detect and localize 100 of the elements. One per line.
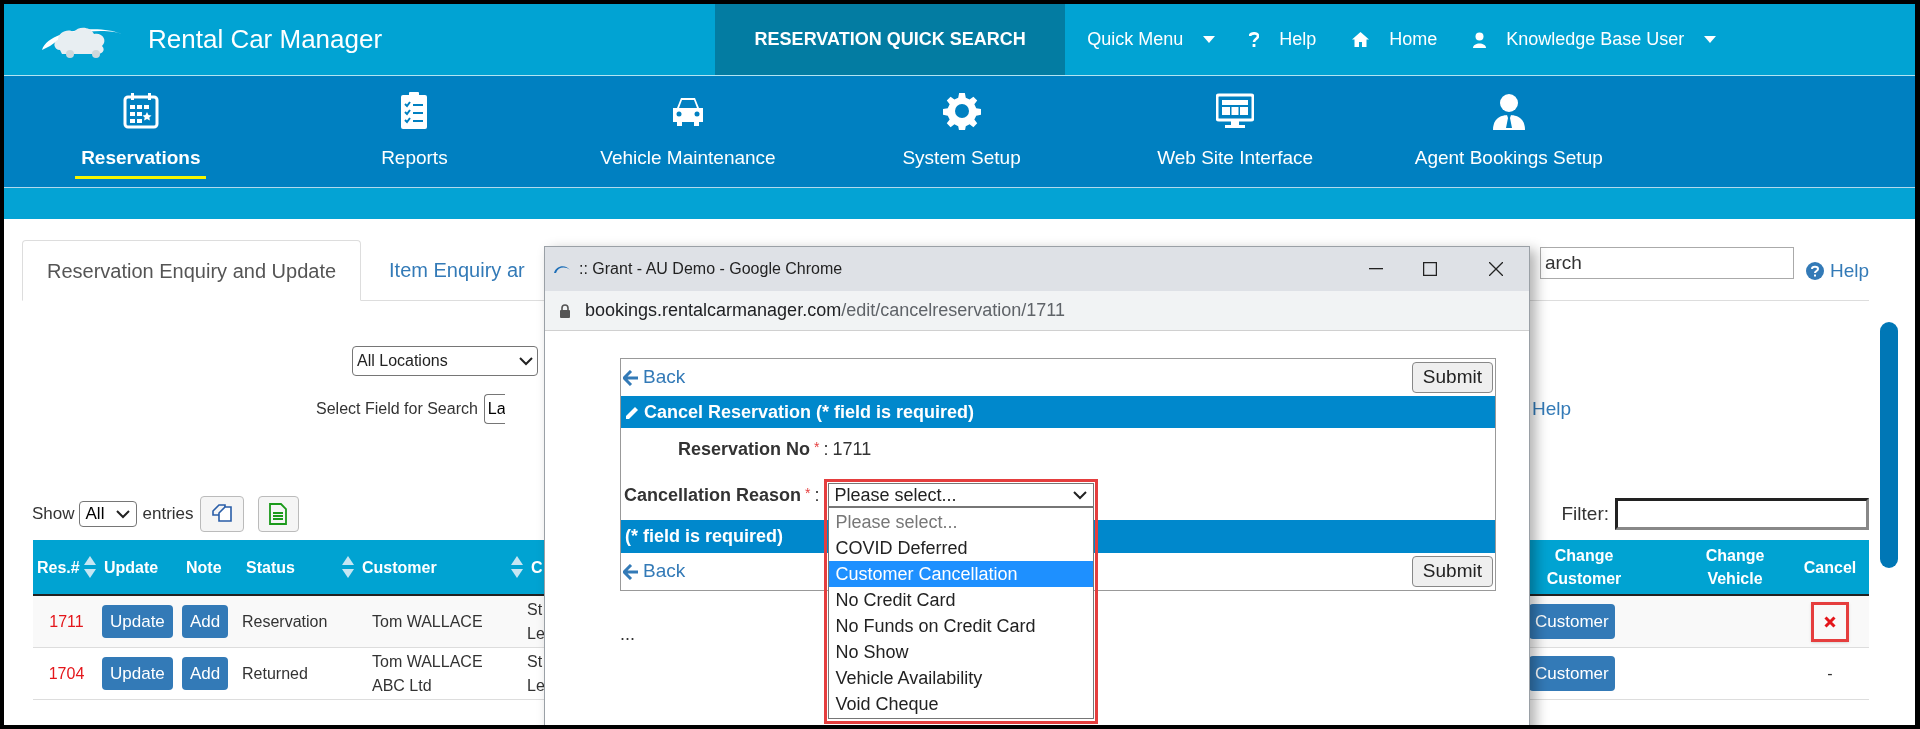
column-header[interactable]: Status xyxy=(242,540,358,594)
minimize-icon[interactable] xyxy=(1369,268,1383,270)
field-select[interactable]: La xyxy=(483,394,505,424)
add-note-button[interactable]: Add xyxy=(182,605,229,638)
reservation-number[interactable]: 1704 xyxy=(48,664,85,682)
dropdown-option[interactable]: No Show xyxy=(828,639,1093,665)
reservation-number[interactable]: 1711 xyxy=(49,612,84,630)
module-tab[interactable]: Agent Bookings Setup xyxy=(1371,76,1646,187)
back-link[interactable]: Back xyxy=(623,363,686,392)
table-cell: Tom WALLACE ABC Ltd xyxy=(372,652,483,694)
add-note-button[interactable]: Add xyxy=(182,657,229,690)
update-button[interactable]: Update xyxy=(102,657,173,690)
quick-search-button[interactable]: RESERVATION QUICK SEARCH xyxy=(715,4,1066,75)
filter-field[interactable] xyxy=(1615,498,1869,530)
dropdown-option[interactable]: Please select... xyxy=(828,509,1093,535)
menu-link[interactable]: Quick Menu xyxy=(1087,4,1216,75)
field-label: Reservation No xyxy=(678,437,811,461)
dropdown-option[interactable]: No Credit Card xyxy=(828,587,1093,613)
column-header[interactable]: Cancel xyxy=(1791,540,1869,594)
module-tab[interactable]: Reports xyxy=(277,76,552,187)
excel-export-button[interactable] xyxy=(257,496,299,532)
table-cell-text: - xyxy=(1827,663,1833,684)
dropdown-option[interactable]: No Funds on Credit Card xyxy=(828,613,1093,639)
window-title: :: Grant - AU Demo - Google Chrome xyxy=(579,259,843,279)
submit-button[interactable]: Submit xyxy=(1411,556,1493,587)
column-header[interactable]: Res.# xyxy=(33,540,100,594)
change-customer-button[interactable]: Customer xyxy=(1529,656,1615,691)
pencil-icon xyxy=(625,404,640,420)
dropdown-option[interactable]: Vehicle Availability xyxy=(828,665,1093,691)
cancellation-reason-select[interactable]: Please select... xyxy=(827,483,1094,507)
field-label: Select Field for Search xyxy=(316,399,478,419)
table-cell: Returned xyxy=(242,664,308,682)
table-cell: Reservation xyxy=(242,612,328,630)
column-header[interactable]: Change Customer xyxy=(1529,540,1679,594)
module-tab[interactable]: Reservations xyxy=(4,76,278,187)
required-mark: * xyxy=(805,484,811,503)
user-icon xyxy=(1473,31,1487,48)
help-link[interactable]: Help xyxy=(1531,394,1571,424)
cancel-icon[interactable] xyxy=(1824,615,1836,628)
table-cell: Tom WALLACE xyxy=(372,612,483,630)
sort-icon xyxy=(511,556,523,578)
home-icon xyxy=(1352,32,1370,47)
tab[interactable]: Reservation Enquiry and Update xyxy=(22,240,362,301)
help-link[interactable]: Help xyxy=(1805,256,1869,285)
module-icon xyxy=(121,92,160,130)
tab[interactable]: Item Enquiry ar xyxy=(365,239,549,300)
document-icon xyxy=(269,503,288,525)
column-header[interactable]: Update xyxy=(100,540,182,594)
dropdown-option[interactable]: Void Cheque xyxy=(828,691,1093,717)
separator: : xyxy=(814,483,820,507)
close-icon[interactable] xyxy=(1489,262,1503,276)
search-field[interactable]: arch xyxy=(1539,247,1794,279)
submit-button[interactable]: Submit xyxy=(1411,362,1493,393)
caret-icon xyxy=(1704,35,1717,44)
maximize-icon[interactable] xyxy=(1423,262,1437,276)
module-icon xyxy=(1216,92,1255,130)
entries-select[interactable]: All xyxy=(78,501,137,527)
sort-icon xyxy=(342,556,354,578)
back-arrow-icon xyxy=(623,369,639,386)
update-button[interactable]: Update xyxy=(102,605,173,638)
entries-label: entries xyxy=(142,503,194,526)
required-note: (* field is required) xyxy=(625,525,784,548)
column-header[interactable]: Change Vehicle xyxy=(1679,540,1791,594)
menu-link[interactable]: Knowledge Base User xyxy=(1473,4,1717,75)
module-icon xyxy=(942,92,981,130)
module-tab[interactable]: System Setup xyxy=(824,76,1099,187)
lock-icon xyxy=(559,303,571,318)
copy-icon xyxy=(210,503,233,525)
back-arrow-icon xyxy=(623,563,639,580)
column-header[interactable]: Note xyxy=(182,540,242,594)
form-heading: Cancel Reservation (* field is required) xyxy=(644,400,975,424)
reservation-number: 1711 xyxy=(832,437,872,461)
filter-label: Filter: xyxy=(1561,501,1609,526)
table-cell: St Le xyxy=(527,652,545,694)
column-header[interactable]: Customer xyxy=(358,540,527,594)
separator: : xyxy=(823,437,829,461)
change-customer-button[interactable]: Customer xyxy=(1529,604,1615,639)
show-label: Show xyxy=(32,503,75,526)
caret-icon xyxy=(1203,35,1216,44)
app-logo-icon xyxy=(553,264,571,274)
menu-link[interactable]: Home xyxy=(1352,4,1438,75)
chevron-icon xyxy=(1072,490,1087,500)
module-tab[interactable]: Web Site Interface xyxy=(1098,76,1372,187)
back-link[interactable]: Back xyxy=(623,557,686,586)
location-select[interactable]: All Locations xyxy=(352,346,538,376)
dropdown-option[interactable]: Customer Cancellation xyxy=(828,561,1093,587)
question-icon xyxy=(1249,31,1260,48)
chevron-icon xyxy=(115,509,130,519)
menu-link[interactable]: Help xyxy=(1249,4,1317,75)
dropdown-option[interactable]: COVID Deferred xyxy=(828,535,1093,561)
help-icon xyxy=(1805,261,1824,280)
sort-icon xyxy=(84,556,96,578)
scrollbar-thumb[interactable] xyxy=(1880,322,1898,568)
copy-button[interactable] xyxy=(199,496,244,532)
app-title: Rental Car Manager xyxy=(148,23,383,56)
required-mark: * xyxy=(814,438,820,457)
field-label: Cancellation Reason xyxy=(624,483,802,507)
ellipsis-text: ... xyxy=(620,623,635,646)
table-cell: St Le xyxy=(527,600,545,642)
module-tab[interactable]: Vehicle Maintenance xyxy=(551,76,825,187)
